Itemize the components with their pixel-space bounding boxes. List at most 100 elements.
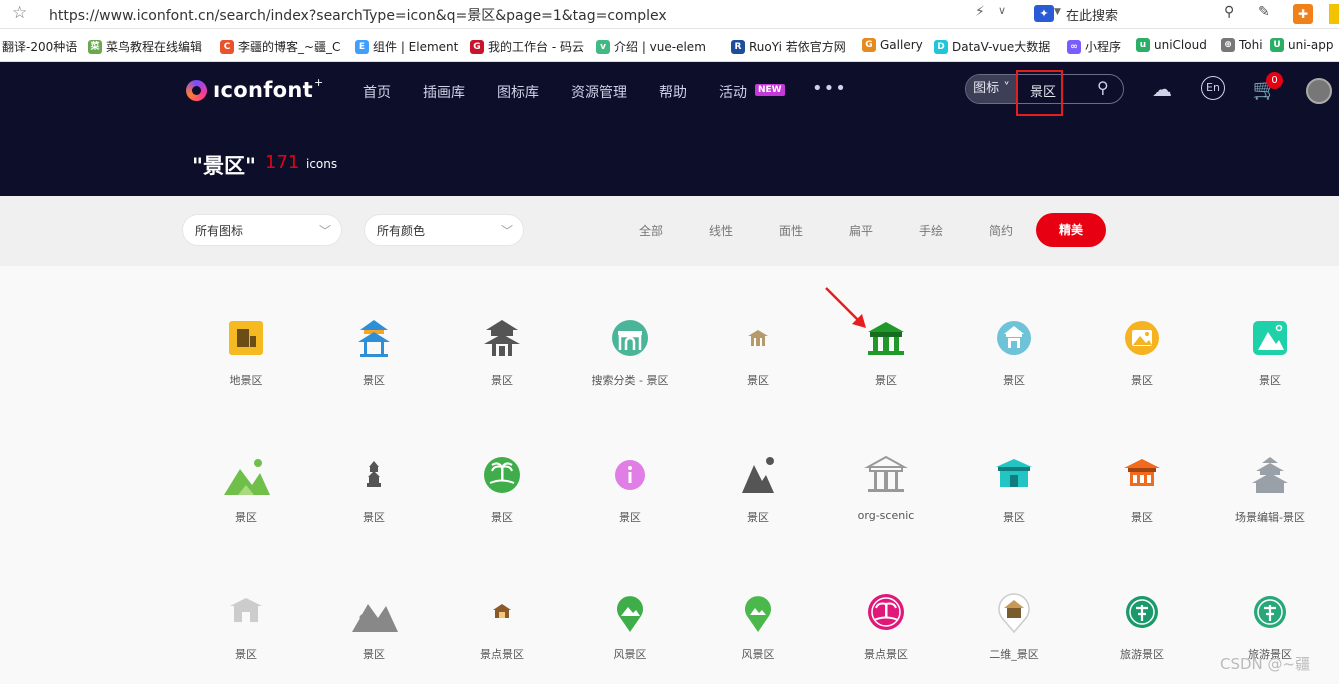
bookmark-star-icon[interactable]: ☆ [12,3,27,23]
icon-type-dropdown[interactable]: 所有图标 ﹀ [182,214,342,246]
tag-hand-drawn[interactable]: 手绘 [919,222,943,239]
bookmark-item[interactable]: G 我的工作台 - 码云 [470,38,584,55]
icon-card[interactable]: 景区 [959,451,1069,525]
icon-card[interactable]: 景区 [575,451,685,525]
tag-simple[interactable]: 简约 [989,222,1013,239]
bookmark-favicon-icon: 菜 [88,39,102,54]
icon-card-label: 景区 [363,374,385,387]
bookmark-label: Tohi [1239,38,1263,52]
bookmark-item[interactable]: R RuoYi 若依官方网 [731,38,846,55]
icon-card[interactable]: 二维_景区 [959,588,1069,662]
tag-line[interactable]: 线性 [709,222,733,239]
lightning-icon[interactable]: ⚡ [975,4,985,20]
icon-card-label: 旅游景区 [1120,648,1164,661]
icon-card[interactable]: 景区 [1087,451,1197,525]
menu-illustrations[interactable]: 插画库 [423,82,465,102]
language-toggle-icon[interactable]: En [1201,76,1225,100]
chevron-down-icon[interactable]: ∨ [998,4,1006,17]
icon-card-label: 景区 [491,374,513,387]
icon-card[interactable]: 景区 [447,314,557,388]
icon-card[interactable]: 景区 [1215,314,1325,388]
tower-icon [367,461,381,487]
bookmark-item[interactable]: C 李疆的博客_~疆_C [220,38,340,55]
site-search-icon[interactable]: ⚲ [1097,78,1109,97]
logo-plus: + [313,75,324,89]
icon-card[interactable]: 景区 [959,314,1069,388]
tag-exquisite[interactable]: 精美 [1036,213,1106,247]
pavilion-icon [358,320,390,357]
upload-cloud-icon[interactable]: ☁ [1149,76,1175,102]
new-badge: NEW [755,84,785,96]
more-menu-icon[interactable]: ••• [812,78,847,99]
bookmark-item[interactable]: D DataV-vue大数据 [934,38,1050,55]
bookmark-label: uni-app [1288,38,1334,52]
icon-card[interactable]: 风景区 [575,588,685,662]
bookmark-item[interactable]: 翻译-200种语 [2,38,77,55]
icon-card[interactable]: 景区 [319,314,429,388]
iconfont-logo[interactable]: ıconfont + [186,75,324,102]
browser-search-field[interactable]: 在此搜索 [1066,5,1118,24]
icon-card[interactable]: 地景区 [191,314,301,388]
tag-filled[interactable]: 面性 [779,222,803,239]
pagoda-icon [484,320,520,356]
menu-home[interactable]: 首页 [363,82,391,102]
search-type-select[interactable]: 图标 ˅ [966,75,1017,103]
tree-circle-icon [1126,596,1158,628]
icon-card[interactable]: 景区 [191,588,301,662]
tag-flat[interactable]: 扁平 [849,222,873,239]
icon-card[interactable]: 旅游景区 [1215,588,1325,662]
icon-card-label: org-scenic [857,509,915,522]
icon-card[interactable]: 风景区 [703,588,813,662]
bookmark-label: Gallery [880,38,923,52]
brown-temple-icon [493,604,511,618]
bookmark-favicon-icon: ⊕ [1221,38,1235,52]
bookmark-label: 组件 | Element [373,40,459,54]
mountain-square-icon [1253,321,1287,355]
icon-card[interactable]: 景区 [703,314,813,388]
icon-card[interactable]: 景区 [319,588,429,662]
icon-card[interactable]: 景区 [1087,314,1197,388]
baidu-paw-icon[interactable]: ✦ [1034,5,1054,22]
engine-chevron-icon[interactable]: ▼ [1054,7,1061,17]
bookmark-favicon-icon: R [731,39,745,54]
icon-card-label: 景区 [1259,374,1281,387]
icon-card[interactable]: 景区 [703,451,813,525]
bookmark-favicon-icon: C [220,39,234,54]
icon-card-label: 景区 [235,648,257,661]
icon-card[interactable]: 搜索分类 - 景区 [575,314,685,388]
cart-count-badge: 0 [1266,72,1283,89]
bookmark-item[interactable]: G Gallery [862,38,923,52]
icon-card[interactable]: 景点景区 [831,588,941,662]
building-icon [229,321,263,355]
icon-card[interactable]: 旅游景区 [1087,588,1197,662]
bookmark-item[interactable]: E 组件 | Element [355,38,458,55]
menu-icon-library[interactable]: 图标库 [497,82,539,102]
icon-card[interactable]: org-scenic [831,451,941,522]
extension-edge-icon[interactable] [1329,4,1339,24]
icon-card[interactable]: 景区 [319,451,429,525]
bookmark-item[interactable]: ⊕ Tohi [1221,38,1263,52]
bookmark-item[interactable]: Uuni-app [1270,38,1333,52]
bookmark-item[interactable]: ∞ 小程序 [1067,38,1121,55]
bookmark-item[interactable]: v 介绍 | vue-elem [596,38,706,55]
bookmark-item[interactable]: u uniCloud [1136,38,1207,52]
menu-resources[interactable]: 资源管理 [571,82,627,102]
icon-card[interactable]: 景区 [447,451,557,525]
icon-card[interactable]: 场景编辑-景区 [1215,451,1325,525]
menu-activity[interactable]: 活动 [719,82,747,102]
user-avatar[interactable] [1306,78,1332,104]
eyedropper-icon[interactable]: ✎ [1258,4,1276,22]
menu-help[interactable]: 帮助 [659,82,687,102]
color-dropdown-label: 所有颜色 [377,224,426,238]
icon-card[interactable]: 景点景区 [447,588,557,662]
address-field[interactable]: https://www.iconfont.cn/search/index?sea… [49,5,667,25]
color-dropdown[interactable]: 所有颜色 ﹀ [364,214,524,246]
icon-card[interactable]: 景区 [191,451,301,525]
extension-icon[interactable]: ✚ [1293,4,1313,24]
bookmark-item[interactable]: 菜菜鸟教程在线编辑 [88,38,202,55]
icon-card-label: 搜索分类 - 景区 [591,374,669,387]
search-icon[interactable]: ⚲ [1224,4,1234,20]
icon-card-label: 景区 [363,648,385,661]
tag-all[interactable]: 全部 [639,222,663,239]
bookmark-favicon-icon: ∞ [1067,39,1081,54]
